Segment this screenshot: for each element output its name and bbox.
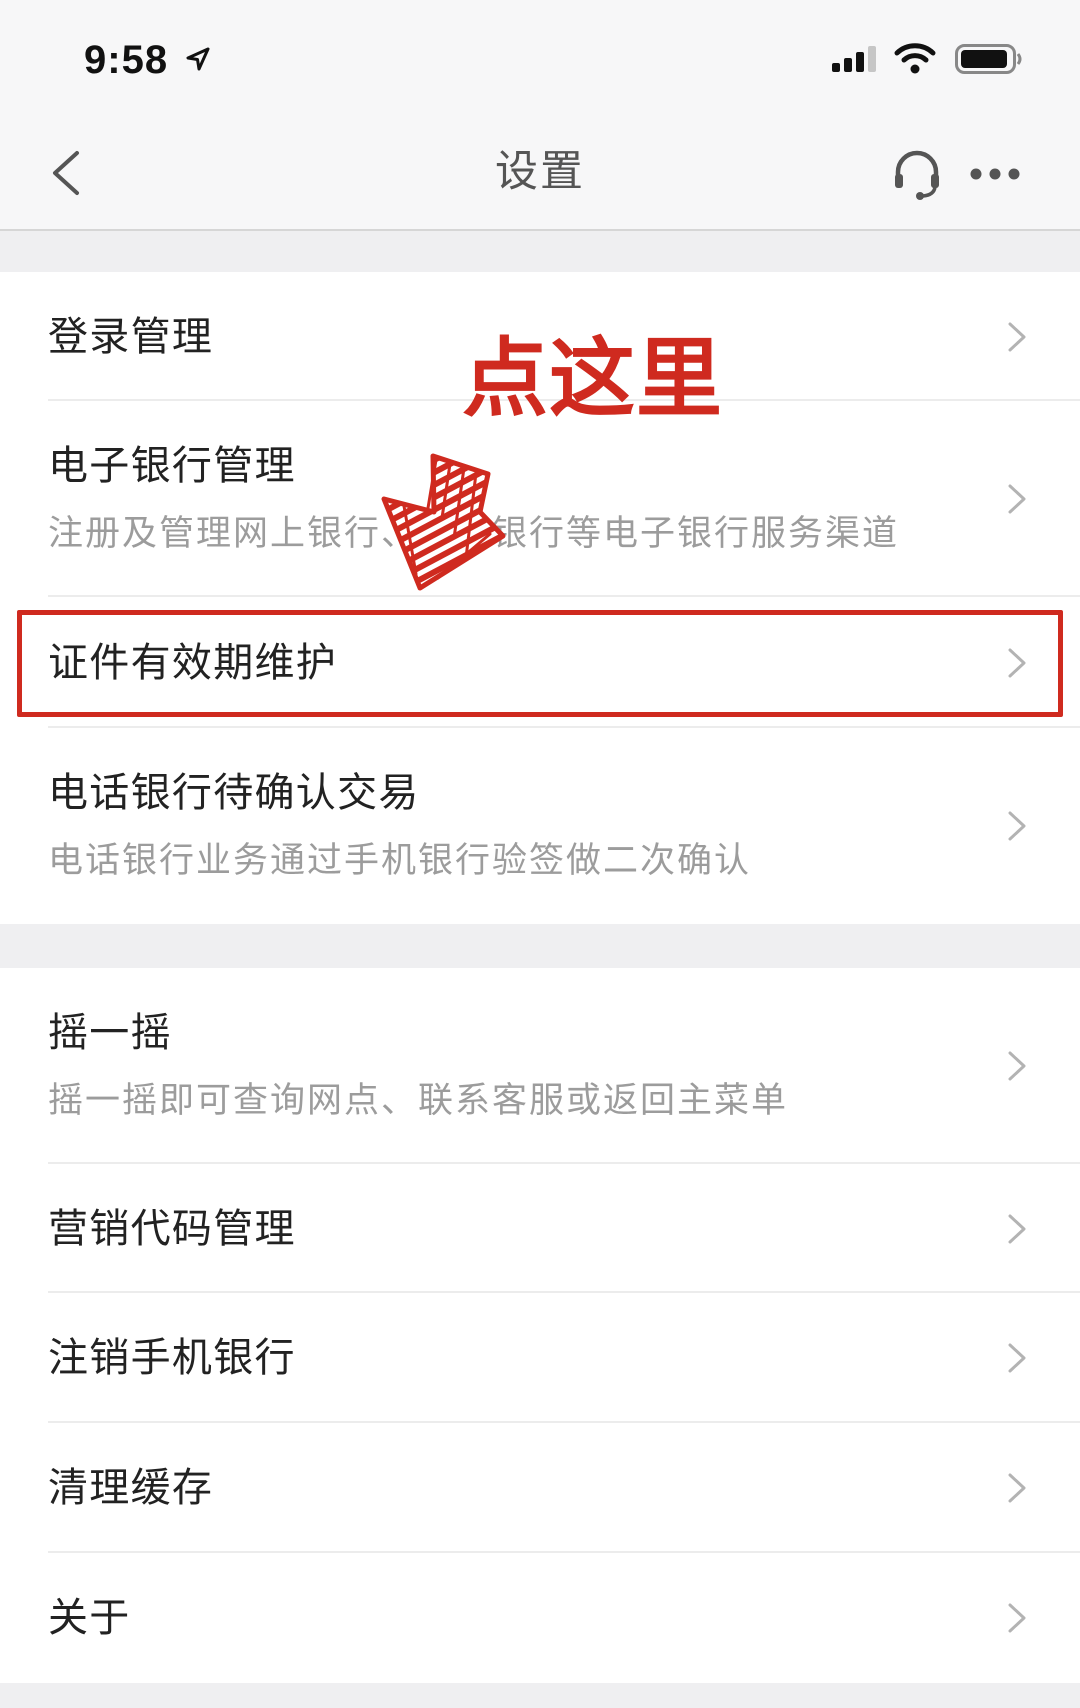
row-title: 电话银行待确认交易: [48, 771, 420, 815]
row-subtitle: 摇一摇即可查询网点、联系客服或返回主菜单: [48, 1081, 789, 1120]
row-subtitle: 电话银行业务通过手机银行验签做二次确认: [48, 841, 752, 880]
chevron-right-icon: [1008, 1603, 1026, 1633]
headset-icon[interactable]: [890, 147, 944, 201]
annotation-label: 点这里: [462, 331, 723, 427]
row-title: 摇一摇: [48, 1011, 172, 1055]
settings-row-deregister-mobile-bank[interactable]: 注销手机银行: [0, 1293, 1080, 1423]
chevron-right-icon: [1008, 1473, 1026, 1503]
settings-row-about[interactable]: 关于: [0, 1553, 1080, 1683]
settings-row-shake[interactable]: 摇一摇 摇一摇即可查询网点、联系客服或返回主菜单: [0, 968, 1080, 1164]
row-title: 电子银行管理: [48, 444, 296, 488]
chevron-right-icon: [1008, 484, 1026, 514]
settings-row-phone-bank-pending[interactable]: 电话银行待确认交易 电话银行业务通过手机银行验签做二次确认: [0, 728, 1080, 924]
wifi-icon: [894, 43, 936, 74]
settings-row-clear-cache[interactable]: 清理缓存: [0, 1423, 1080, 1553]
hand-drawn-arrow-icon: [381, 453, 506, 591]
settings-section-2: 摇一摇 摇一摇即可查询网点、联系客服或返回主菜单 营销代码管理 注销手机银行 清…: [0, 968, 1080, 1683]
chevron-right-icon: [1008, 1051, 1026, 1081]
status-time: 9:58: [84, 38, 169, 82]
settings-row-ebank-management[interactable]: 电子银行管理 注册及管理网上银行、电话银行等电子银行服务渠道: [0, 401, 1080, 597]
chevron-right-icon: [1008, 1214, 1026, 1243]
row-title: 关于: [48, 1596, 131, 1640]
row-title: 注销手机银行: [48, 1336, 296, 1380]
chevron-right-icon: [1008, 322, 1026, 351]
annotation-highlight-box: [17, 610, 1063, 717]
row-title: 登录管理: [48, 314, 214, 359]
battery-icon: [955, 44, 1022, 74]
more-dots-icon[interactable]: [970, 167, 1020, 181]
status-bar: 9:58: [0, 0, 1080, 109]
settings-row-marketing-code[interactable]: 营销代码管理: [0, 1164, 1080, 1293]
row-title: 清理缓存: [48, 1466, 214, 1510]
row-title: 营销代码管理: [48, 1206, 296, 1251]
chevron-right-icon: [1008, 811, 1026, 841]
navigation-bar: 设置: [0, 109, 1080, 231]
location-arrow-icon: [186, 47, 210, 71]
chevron-right-icon: [1008, 1343, 1026, 1373]
cellular-signal-icon: [832, 46, 876, 72]
